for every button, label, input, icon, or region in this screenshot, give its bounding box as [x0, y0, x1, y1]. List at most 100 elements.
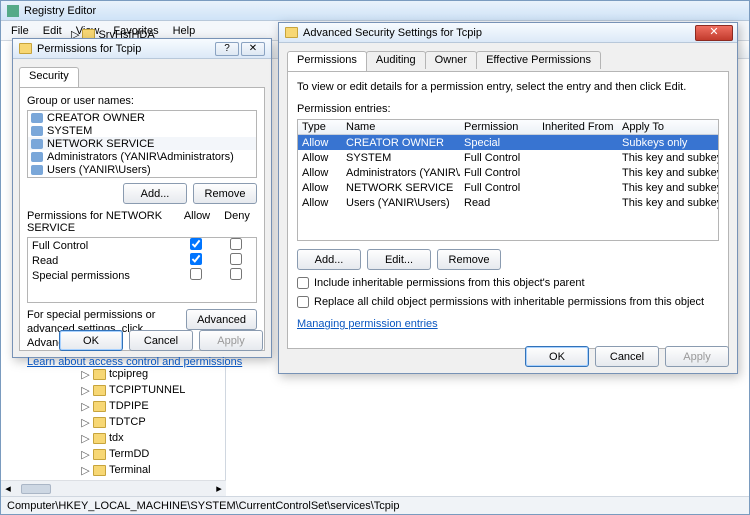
- folder-icon: [93, 417, 106, 428]
- tab-permissions[interactable]: Permissions: [287, 51, 367, 71]
- tree-item[interactable]: ▷ tdx: [1, 430, 225, 446]
- apply-button[interactable]: Apply: [199, 330, 263, 351]
- perm-label: Read: [32, 255, 176, 267]
- deny-checkbox[interactable]: [230, 253, 242, 265]
- regedit-icon: [7, 5, 19, 17]
- adv-title: Advanced Security Settings for Tcpip: [303, 27, 482, 39]
- main-title: Registry Editor: [24, 5, 96, 17]
- table-header[interactable]: Type Name Permission Inherited From Appl…: [298, 120, 718, 135]
- group-list-item[interactable]: CREATOR OWNER: [28, 111, 256, 124]
- replace-child-checkbox[interactable]: [297, 296, 309, 308]
- col-type[interactable]: Type: [298, 121, 342, 133]
- advanced-security-dialog: Advanced Security Settings for Tcpip ✕ P…: [278, 22, 738, 374]
- tree-label: TDTCP: [109, 416, 146, 428]
- table-row[interactable]: AllowSYSTEMFull ControlThis key and subk…: [298, 150, 718, 165]
- group-name: Administrators (YANIR\Administrators): [47, 151, 234, 163]
- user-icon: [31, 126, 43, 136]
- deny-checkbox[interactable]: [230, 238, 242, 250]
- remove-user-button[interactable]: Remove: [193, 183, 257, 204]
- table-row[interactable]: AllowCREATOR OWNERSpecialSubkeys only: [298, 135, 718, 150]
- replace-child-label: Replace all child object permissions wit…: [314, 296, 704, 308]
- user-icon: [31, 113, 43, 123]
- include-inheritable-checkbox[interactable]: [297, 277, 309, 289]
- permissions-dialog: Permissions for Tcpip ? ✕ Security Group…: [12, 38, 272, 358]
- add-user-button[interactable]: Add...: [123, 183, 187, 204]
- allow-checkbox[interactable]: [190, 268, 202, 280]
- tree-hscrollbar[interactable]: ◂▸: [1, 480, 226, 496]
- tab-owner[interactable]: Owner: [425, 51, 477, 69]
- expand-icon[interactable]: ▷: [81, 464, 90, 477]
- status-bar: Computer\HKEY_LOCAL_MACHINE\SYSTEM\Curre…: [1, 496, 749, 514]
- permission-row: Full Control: [28, 238, 256, 253]
- group-list-item[interactable]: Administrators (YANIR\Administrators): [28, 150, 256, 163]
- ok-button[interactable]: OK: [59, 330, 123, 351]
- cancel-button[interactable]: Cancel: [129, 330, 193, 351]
- close-icon[interactable]: ✕: [241, 42, 265, 56]
- menu-help[interactable]: Help: [167, 23, 202, 39]
- expand-icon[interactable]: ▷: [81, 384, 90, 397]
- folder-icon: [93, 369, 106, 380]
- learn-link[interactable]: Learn about access control and permissio…: [27, 356, 257, 368]
- col-applyto[interactable]: Apply To: [618, 121, 718, 133]
- allow-checkbox[interactable]: [190, 253, 202, 265]
- tab-effective-permissions[interactable]: Effective Permissions: [476, 51, 601, 69]
- perm-titlebar[interactable]: Permissions for Tcpip ? ✕: [13, 39, 271, 59]
- advanced-button[interactable]: Advanced: [186, 309, 257, 330]
- edit-entry-button[interactable]: Edit...: [367, 249, 431, 270]
- perm-window-controls[interactable]: ? ✕: [215, 42, 265, 56]
- expand-icon[interactable]: ▷: [81, 432, 90, 445]
- table-row[interactable]: AllowAdministrators (YANIR\Ad...Full Con…: [298, 165, 718, 180]
- group-name: Users (YANIR\Users): [47, 164, 151, 176]
- expand-icon[interactable]: ▷: [81, 416, 90, 429]
- group-list-item[interactable]: Users (YANIR\Users): [28, 163, 256, 176]
- tree-item[interactable]: ▷TDPIPE: [1, 398, 225, 414]
- folder-icon: [93, 449, 106, 460]
- col-deny: Deny: [217, 210, 257, 234]
- col-name[interactable]: Name: [342, 121, 460, 133]
- adv-ok-button[interactable]: OK: [525, 346, 589, 367]
- tree-label: tdx: [109, 432, 124, 444]
- add-entry-button[interactable]: Add...: [297, 249, 361, 270]
- table-row[interactable]: AllowUsers (YANIR\Users)ReadThis key and…: [298, 195, 718, 210]
- menu-file[interactable]: File: [5, 23, 35, 39]
- expand-icon[interactable]: ▷: [81, 400, 90, 413]
- tree-item[interactable]: ▷tcpipreg: [1, 366, 225, 382]
- folder-icon: [93, 465, 106, 476]
- tree-item[interactable]: ▷ TDTCP: [1, 414, 225, 430]
- permission-row: Read: [28, 253, 256, 268]
- deny-checkbox[interactable]: [230, 268, 242, 280]
- tree-item[interactable]: ▷ TCPIPTUNNEL: [1, 382, 225, 398]
- help-icon[interactable]: ?: [215, 42, 239, 56]
- adv-apply-button[interactable]: Apply: [665, 346, 729, 367]
- remove-entry-button[interactable]: Remove: [437, 249, 501, 270]
- close-icon[interactable]: ✕: [695, 25, 733, 41]
- perm-label: Full Control: [32, 240, 176, 252]
- tree-item[interactable]: ▷Terminal: [1, 462, 225, 478]
- permission-entries-table[interactable]: Type Name Permission Inherited From Appl…: [297, 119, 719, 241]
- permission-grid: Full ControlReadSpecial permissions: [27, 237, 257, 303]
- group-name: NETWORK SERVICE: [47, 138, 154, 150]
- tab-security[interactable]: Security: [19, 67, 79, 87]
- menu-edit[interactable]: Edit: [37, 23, 68, 39]
- group-label: Group or user names:: [27, 95, 257, 107]
- tab-auditing[interactable]: Auditing: [366, 51, 426, 69]
- adv-cancel-button[interactable]: Cancel: [595, 346, 659, 367]
- col-permission[interactable]: Permission: [460, 121, 538, 133]
- include-inheritable-label: Include inheritable permissions from thi…: [314, 277, 585, 289]
- allow-checkbox[interactable]: [190, 238, 202, 250]
- group-list-item[interactable]: SYSTEM: [28, 124, 256, 137]
- group-name: SYSTEM: [47, 125, 92, 137]
- expand-icon[interactable]: ▷: [81, 368, 90, 381]
- expand-icon[interactable]: ▷: [81, 448, 90, 461]
- tree-item[interactable]: ▷TermDD: [1, 446, 225, 462]
- adv-titlebar[interactable]: Advanced Security Settings for Tcpip ✕: [279, 23, 737, 43]
- manage-link[interactable]: Managing permission entries: [297, 318, 719, 330]
- user-icon: [31, 152, 43, 162]
- tree-label: TCPIPTUNNEL: [109, 384, 185, 396]
- group-user-list[interactable]: CREATOR OWNERSYSTEMNETWORK SERVICEAdmini…: [27, 110, 257, 178]
- group-list-item[interactable]: NETWORK SERVICE: [28, 137, 256, 150]
- col-inherited[interactable]: Inherited From: [538, 121, 618, 133]
- security-tab-body: Group or user names: CREATOR OWNERSYSTEM…: [19, 87, 265, 351]
- folder-icon: [19, 43, 32, 54]
- table-row[interactable]: AllowNETWORK SERVICEFull ControlThis key…: [298, 180, 718, 195]
